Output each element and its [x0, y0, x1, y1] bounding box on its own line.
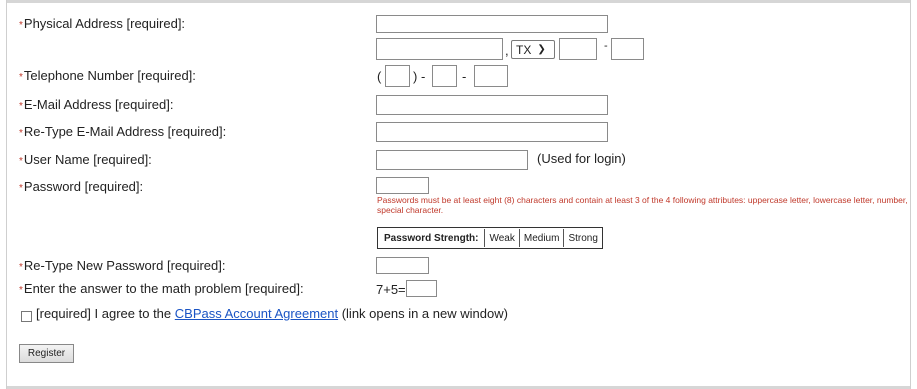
email-confirm-label: *Re-Type E-Mail Address [required]:	[19, 124, 226, 139]
city-input[interactable]	[376, 38, 503, 60]
phone-open-paren: (	[377, 69, 382, 84]
zip4-input[interactable]	[611, 38, 644, 60]
email-confirm-input[interactable]	[376, 122, 608, 142]
label-text: Password [required]:	[23, 179, 144, 194]
zip-dash: -	[604, 40, 608, 52]
label-text: Re-Type E-Mail Address [required]:	[23, 124, 227, 139]
top-border	[7, 0, 910, 3]
phone-line-input[interactable]	[474, 65, 508, 87]
telephone-label: *Telephone Number [required]:	[19, 68, 196, 83]
password-confirm-input[interactable]	[376, 257, 429, 274]
required-marker: *	[19, 285, 23, 296]
username-label: *User Name [required]:	[19, 152, 152, 167]
email-label: *E-Mail Address [required]:	[19, 97, 173, 112]
username-input[interactable]	[376, 150, 528, 170]
label-text: Telephone Number [required]:	[23, 68, 196, 83]
strength-weak: Weak	[484, 229, 518, 247]
math-answer-input[interactable]	[406, 280, 437, 297]
zip-input[interactable]	[559, 38, 597, 60]
required-marker: *	[19, 20, 23, 31]
phone-prefix-input[interactable]	[432, 65, 457, 87]
email-input[interactable]	[376, 95, 608, 115]
required-marker: *	[19, 262, 23, 273]
password-strength-meter: Password Strength: Weak Medium Strong	[377, 227, 603, 249]
phone-close-dash: ) -	[413, 69, 426, 84]
register-button[interactable]: Register	[19, 344, 74, 363]
required-marker: *	[19, 72, 23, 83]
state-value: TX	[516, 42, 532, 57]
label-text: Enter the answer to the math problem [re…	[23, 281, 304, 296]
agreement-checkbox[interactable]	[21, 311, 32, 322]
state-select[interactable]: TX ❯	[511, 40, 555, 59]
agreement-prefix: [required] I agree to the	[36, 306, 172, 321]
street-address-input[interactable]	[376, 15, 608, 33]
strength-strong: Strong	[563, 229, 601, 247]
password-confirm-label: *Re-Type New Password [required]:	[19, 258, 226, 273]
agreement-suffix: (link opens in a new window)	[341, 306, 508, 321]
city-comma: ,	[505, 43, 509, 58]
password-label: *Password [required]:	[19, 179, 143, 194]
math-label: *Enter the answer to the math problem [r…	[19, 281, 304, 296]
username-hint: (Used for login)	[537, 151, 626, 166]
physical-address-label: *Physical Address [required]:	[19, 16, 185, 31]
strength-medium: Medium	[518, 229, 564, 247]
label-text: Physical Address [required]:	[23, 16, 186, 31]
required-marker: *	[19, 156, 23, 167]
registration-form: *Physical Address [required]: , TX ❯ - *…	[6, 0, 911, 389]
label-text: Re-Type New Password [required]:	[23, 258, 226, 273]
area-code-input[interactable]	[385, 65, 410, 87]
strength-label: Password Strength:	[384, 232, 479, 244]
required-marker: *	[19, 101, 23, 112]
chevron-down-icon: ❯	[537, 44, 546, 55]
password-input[interactable]	[376, 177, 429, 194]
label-text: User Name [required]:	[23, 152, 152, 167]
label-text: E-Mail Address [required]:	[23, 97, 174, 112]
phone-dash: -	[462, 69, 467, 84]
required-marker: *	[19, 183, 23, 194]
required-marker: *	[19, 128, 23, 139]
account-agreement-link[interactable]: CBPass Account Agreement	[175, 306, 338, 321]
password-requirements: Passwords must be at least eight (8) cha…	[377, 195, 908, 215]
agreement-text: [required] I agree to the CBPass Account…	[36, 306, 508, 321]
math-problem: 7+5=	[376, 282, 406, 297]
